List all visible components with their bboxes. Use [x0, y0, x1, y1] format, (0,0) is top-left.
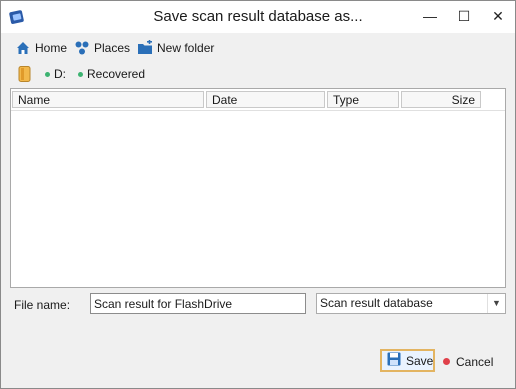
breadcrumb-dot-icon	[45, 71, 50, 77]
save-button[interactable]: Save	[380, 349, 435, 372]
new-folder-label: New folder	[157, 41, 215, 55]
breadcrumb: D: Recovered	[10, 62, 506, 86]
home-icon	[15, 40, 31, 56]
places-label: Places	[94, 41, 131, 55]
breadcrumb-item-folder[interactable]: Recovered	[78, 67, 145, 81]
home-button[interactable]: Home	[15, 39, 67, 57]
file-list[interactable]: Name Date Type Size	[10, 88, 506, 288]
close-button[interactable]: ✕	[481, 1, 515, 31]
cancel-dot-icon	[443, 358, 450, 365]
floppy-icon	[387, 352, 401, 369]
cancel-label: Cancel	[456, 354, 494, 369]
breadcrumb-label: Recovered	[87, 67, 146, 81]
drive-icon	[18, 66, 31, 82]
filename-row: File name: Scan result database ▼	[1, 291, 515, 317]
title-bar: Save scan result database as... — ☐ ✕	[1, 1, 515, 33]
minimize-button[interactable]: —	[413, 1, 447, 31]
save-label: Save	[406, 353, 434, 368]
filetype-select[interactable]: Scan result database ▼	[316, 293, 506, 314]
column-header-name[interactable]: Name	[12, 91, 204, 108]
chevron-down-icon[interactable]: ▼	[487, 294, 505, 313]
home-label: Home	[35, 41, 68, 55]
toolbar: Home Places New folder	[1, 33, 515, 61]
filename-input[interactable]	[90, 293, 306, 314]
new-folder-button[interactable]: New folder	[137, 39, 214, 57]
filename-label: File name:	[14, 298, 71, 312]
breadcrumb-label: D:	[54, 67, 66, 81]
breadcrumb-dot-icon	[78, 71, 83, 77]
maximize-button[interactable]: ☐	[447, 1, 481, 31]
filetype-value: Scan result database	[320, 296, 433, 310]
column-header-size[interactable]: Size	[401, 91, 481, 108]
places-button[interactable]: Places	[74, 39, 130, 57]
file-list-header: Name Date Type Size	[11, 89, 505, 111]
column-header-date[interactable]: Date	[206, 91, 325, 108]
places-icon	[74, 40, 90, 56]
save-dialog: Save scan result database as... — ☐ ✕ Ho…	[0, 0, 516, 389]
cancel-button[interactable]: Cancel	[443, 351, 493, 372]
column-header-type[interactable]: Type	[327, 91, 399, 108]
breadcrumb-item-drive[interactable]: D:	[45, 67, 66, 81]
dialog-footer	[1, 338, 515, 388]
new-folder-icon	[137, 40, 153, 56]
